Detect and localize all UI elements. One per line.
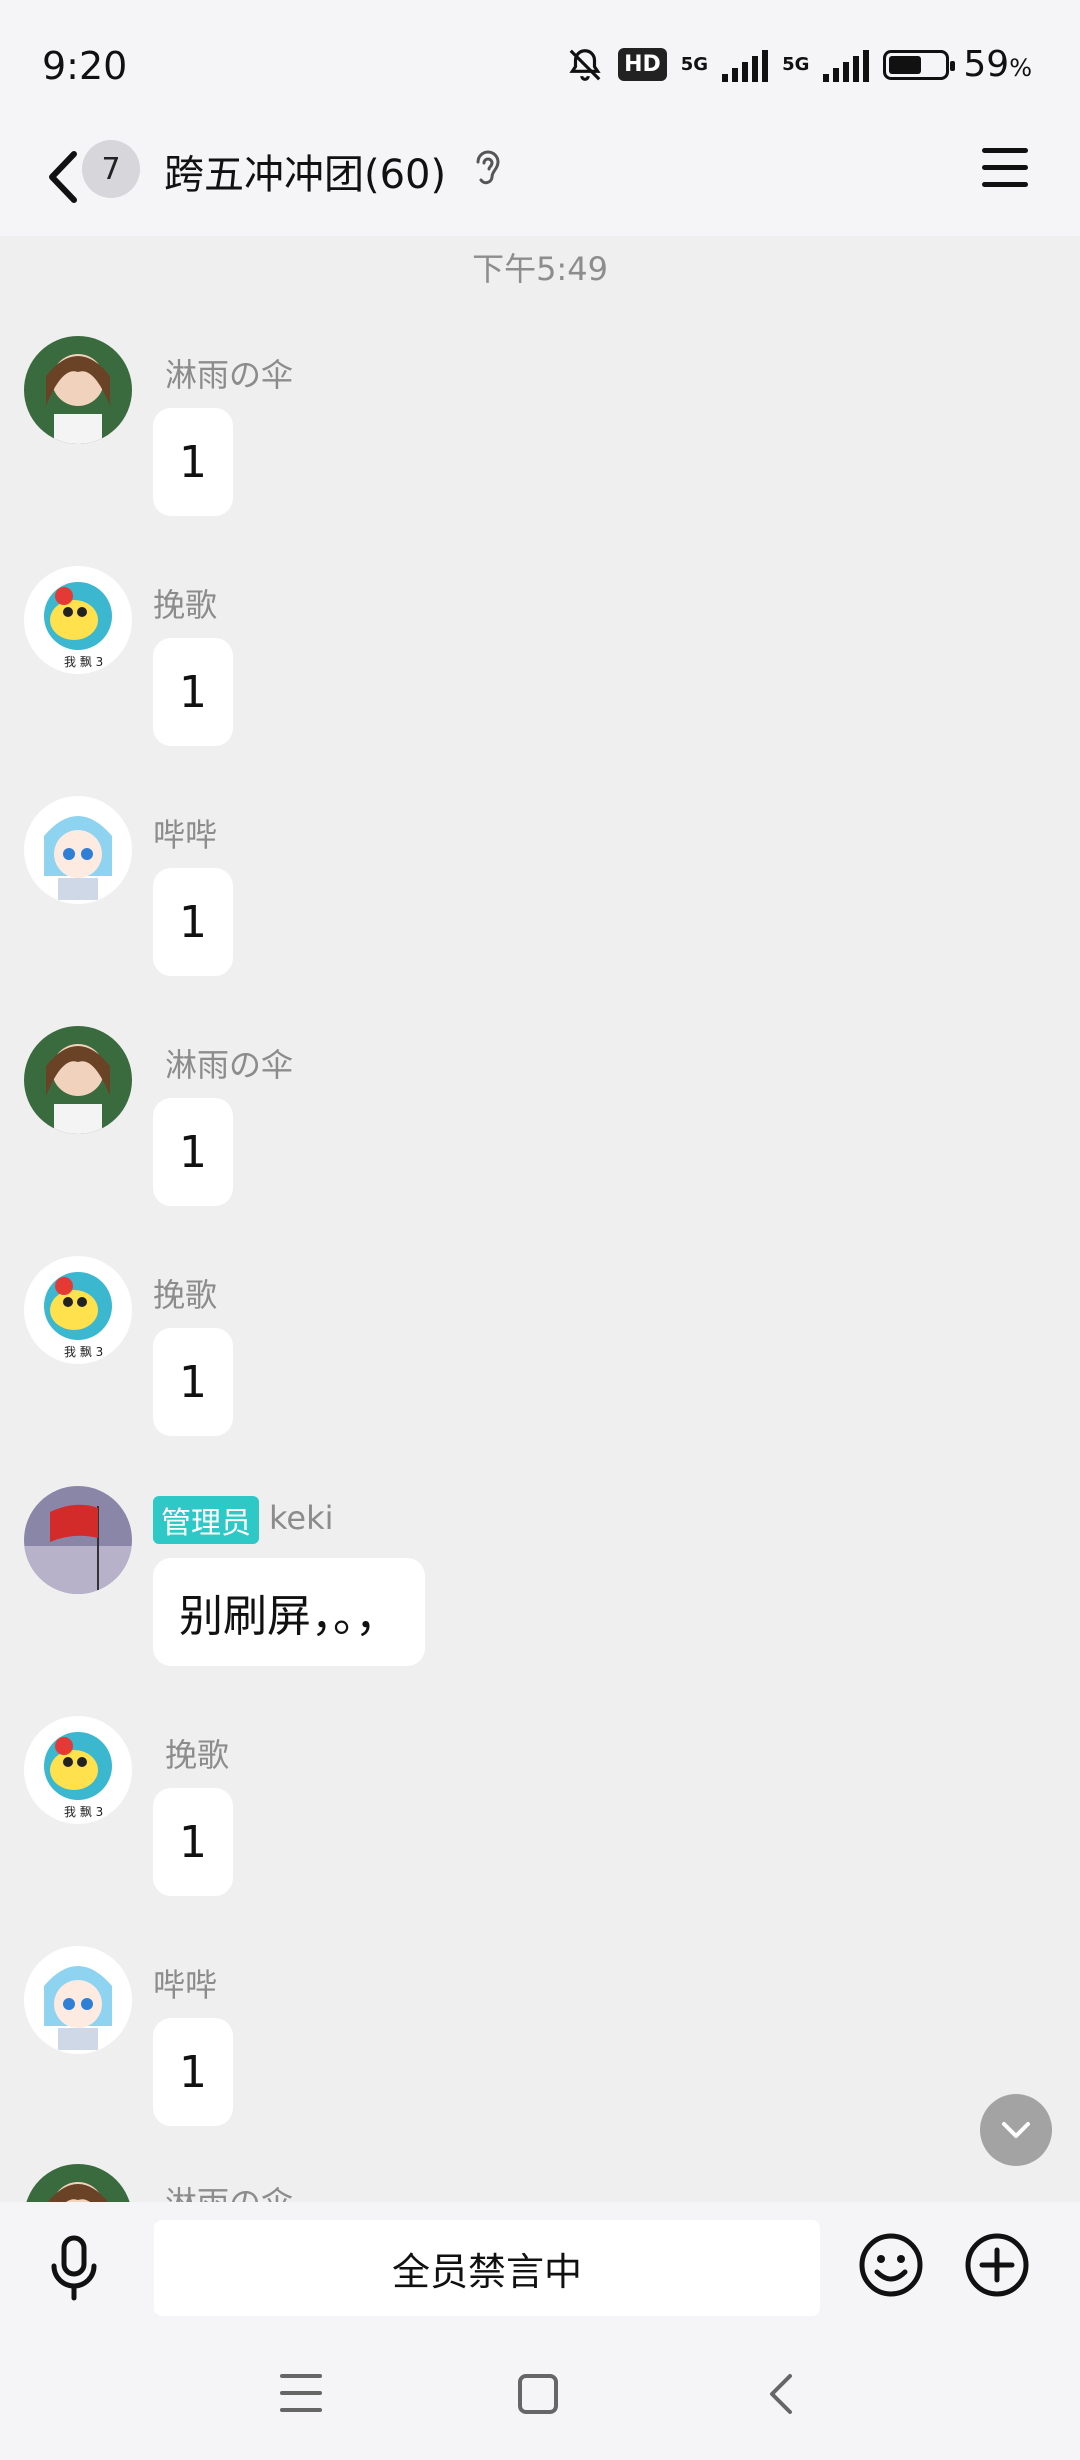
network-type-1: 5G — [680, 54, 709, 75]
avatar[interactable]: 我 飘 3 — [24, 1256, 132, 1364]
svg-text:我 飘 3: 我 飘 3 — [64, 655, 103, 669]
microphone-icon[interactable] — [44, 2232, 104, 2302]
menu-button[interactable] — [982, 148, 1028, 188]
sender-name-text: keki — [269, 1499, 334, 1537]
network-type-2: 5G — [782, 54, 810, 75]
avatar[interactable] — [24, 1486, 132, 1594]
sender-name: 淋雨の伞 — [165, 2178, 293, 2202]
battery-icon — [883, 49, 956, 80]
chat-title: 跨五冲冲团(60) — [164, 152, 447, 198]
bell-muted-icon — [569, 48, 601, 81]
message-bubble[interactable]: 1 — [153, 408, 233, 516]
muted-input-field[interactable]: 全员禁言中 — [154, 2220, 820, 2316]
sender-name: 哔哔 — [153, 816, 218, 854]
message-bubble[interactable]: 1 — [153, 868, 233, 976]
message-bubble[interactable]: 别刷屏，。， — [153, 1558, 425, 1666]
chevron-down-icon — [1002, 2122, 1030, 2138]
sender-name: 挽歌 — [153, 586, 218, 624]
message-bubble[interactable]: 1 — [153, 1328, 233, 1436]
chat-message-list[interactable]: 下午5:49 淋雨の伞 1 我 飘 3 挽歌 1 哔哔 1 淋雨の伞 1 我 飘… — [0, 236, 1080, 2202]
svg-text:我 飘 3: 我 飘 3 — [64, 1805, 103, 1819]
avatar[interactable] — [24, 2164, 132, 2202]
status-icons: HD 5G 5G 59% — [566, 44, 1032, 85]
status-time: 9:20 — [42, 44, 128, 88]
avatar[interactable] — [24, 796, 132, 904]
admin-role-badge: 管理员 — [153, 1496, 259, 1544]
plus-icon[interactable] — [964, 2232, 1030, 2298]
status-bar: 9:20 HD 5G 5G 59% — [0, 0, 1080, 120]
message-bubble[interactable]: 1 — [153, 1788, 233, 1896]
message-timestamp: 下午5:49 — [472, 250, 608, 288]
input-bar: 全员禁言中 — [0, 2202, 1080, 2330]
nav-back-icon[interactable] — [760, 2368, 804, 2420]
signal-icon-1 — [722, 48, 769, 82]
sender-name: 管理员 keki — [153, 1496, 334, 1544]
ear-icon[interactable] — [470, 146, 504, 192]
chat-header — [0, 120, 1080, 236]
sender-name: 淋雨の伞 — [165, 356, 294, 394]
avatar[interactable]: 我 飘 3 — [24, 566, 132, 674]
sender-name: 挽歌 — [165, 1736, 230, 1774]
message-bubble[interactable]: 1 — [153, 2018, 233, 2126]
signal-icon-2 — [823, 48, 870, 82]
message-bubble[interactable]: 1 — [153, 638, 233, 746]
sender-name: 哔哔 — [153, 1966, 218, 2004]
unread-count-badge[interactable]: 7 — [82, 140, 140, 198]
avatar[interactable] — [24, 1946, 132, 2054]
system-nav-bar — [0, 2330, 1080, 2460]
emoji-icon[interactable] — [858, 2232, 924, 2298]
hd-icon: HD — [618, 48, 667, 81]
message-bubble[interactable]: 1 — [153, 1098, 233, 1206]
avatar[interactable]: 我 飘 3 — [24, 1716, 132, 1824]
avatar[interactable] — [24, 336, 132, 444]
home-button[interactable] — [518, 2374, 558, 2414]
svg-text:我 飘 3: 我 飘 3 — [64, 1345, 103, 1359]
sender-name: 淋雨の伞 — [165, 1046, 294, 1084]
avatar[interactable] — [24, 1026, 132, 1134]
scroll-to-bottom-button[interactable] — [980, 2094, 1052, 2166]
battery-percent: 59% — [963, 44, 1032, 85]
sender-name: 挽歌 — [153, 1276, 218, 1314]
recent-apps-button[interactable] — [280, 2374, 322, 2414]
